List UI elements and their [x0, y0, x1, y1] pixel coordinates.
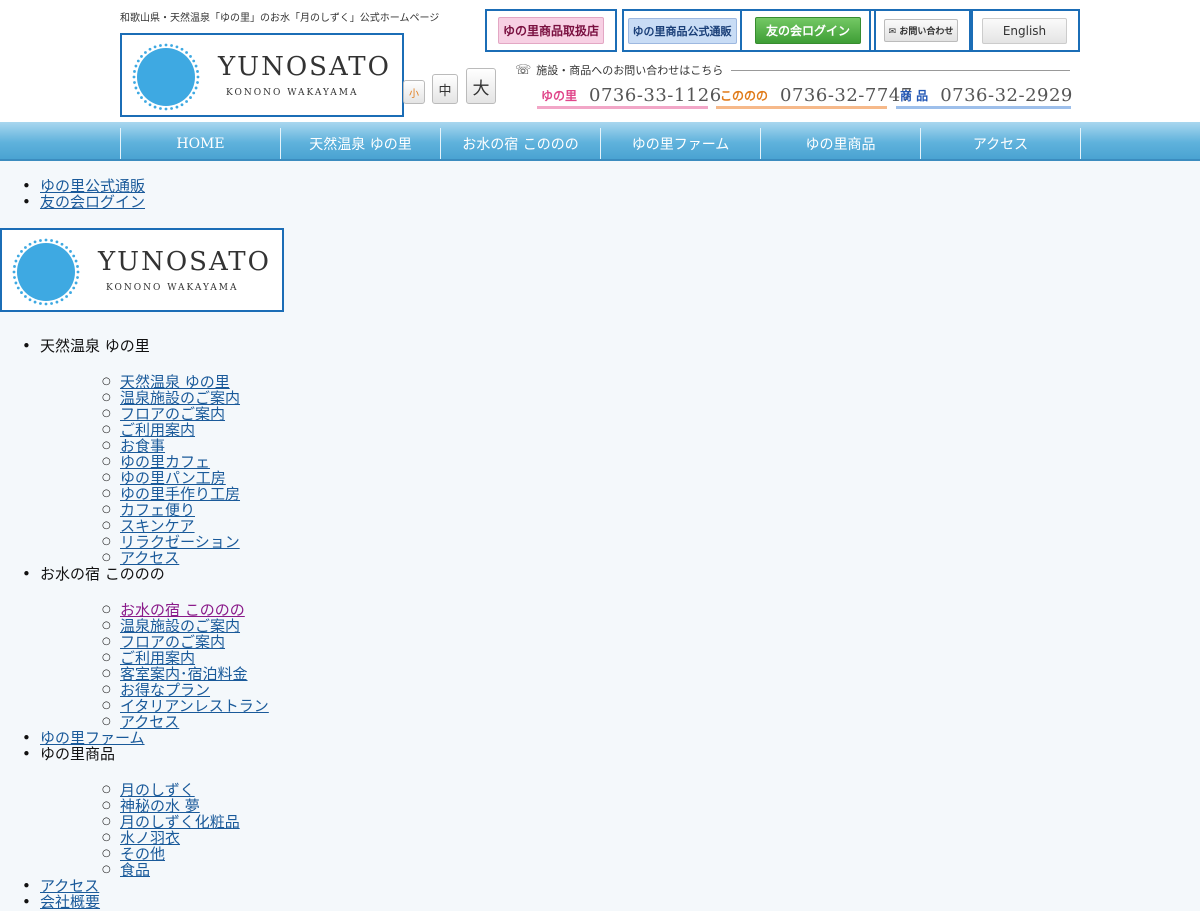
- list-item: お水の宿 こののの: [40, 602, 1200, 618]
- menu-company: 会社概要: [0, 894, 1200, 910]
- official-shop-button[interactable]: ゆの里商品公式通販: [622, 9, 742, 52]
- global-nav: HOME 天然温泉 ゆの里 お水の宿 こののの ゆの里ファーム ゆの里商品 アク…: [0, 122, 1200, 161]
- submenu-inn: お水の宿 こののの 温泉施設のご案内 フロアのご案内 ご利用案内 客室案内･宿泊…: [40, 602, 1200, 730]
- list-item: ご利用案内: [40, 422, 1200, 438]
- list-item: ゆの里公式通販: [0, 178, 1200, 194]
- phone-label: こののの: [720, 88, 769, 103]
- phone-yunosato[interactable]: ゆの里 0736-33-1126: [537, 84, 721, 109]
- menu-access: アクセス: [0, 878, 1200, 894]
- site-logo[interactable]: YUNOSATO KONONO WAKAYAMA: [120, 33, 404, 117]
- english-button[interactable]: English: [969, 9, 1080, 52]
- dealers-button[interactable]: ゆの里商品取扱店: [485, 9, 617, 52]
- sun-logo-icon: [12, 238, 80, 306]
- phone-number: 0736-32-7747: [780, 84, 913, 106]
- main-content: ゆの里公式通販 友の会ログイン YUNOSATO KONONO WAKAYAMA…: [0, 178, 1200, 910]
- nav-onsen[interactable]: 天然温泉 ゆの里: [280, 128, 440, 159]
- list-item: 食品: [40, 862, 1200, 878]
- list-item: アクセス: [40, 714, 1200, 730]
- phone-label: 商 品: [900, 88, 929, 103]
- phone-heading: ☏ 施設・商品へのお問い合わせはこちら: [515, 62, 1070, 78]
- list-item: アクセス: [40, 550, 1200, 566]
- english-button-label: English: [981, 17, 1068, 44]
- list-item: ご利用案内: [40, 650, 1200, 666]
- nav-products[interactable]: ゆの里商品: [760, 128, 920, 159]
- menu-category-label: 天然温泉 ゆの里: [40, 337, 150, 355]
- list-item: 客室案内･宿泊料金: [40, 666, 1200, 682]
- list-item: 水ノ羽衣: [40, 830, 1200, 846]
- nav-inn[interactable]: お水の宿 こののの: [440, 128, 600, 159]
- site-header: 和歌山県・天然温泉「ゆの里」のお水「月のしずく」公式ホームページ YUNOSAT…: [0, 0, 1200, 122]
- list-item: 月のしずく: [40, 782, 1200, 798]
- list-item: スキンケア: [40, 518, 1200, 534]
- list-item: カフェ便り: [40, 502, 1200, 518]
- list-item: 温泉施設のご案内: [40, 618, 1200, 634]
- font-size-large-button[interactable]: 大: [466, 68, 496, 104]
- list-item: その他: [40, 846, 1200, 862]
- list-item: お食事: [40, 438, 1200, 454]
- list-item: リラクゼーション: [40, 534, 1200, 550]
- phone-heading-text: 施設・商品へのお問い合わせはこちら: [536, 64, 724, 77]
- menu-inn: お水の宿 こののの お水の宿 こののの 温泉施設のご案内 フロアのご案内 ご利用…: [0, 566, 1200, 730]
- nav-home[interactable]: HOME: [120, 128, 280, 159]
- font-size-medium-button[interactable]: 中: [432, 74, 458, 104]
- dealers-button-label: ゆの里商品取扱店: [497, 17, 604, 44]
- list-item: フロアのご案内: [40, 406, 1200, 422]
- list-item: 月のしずく化粧品: [40, 814, 1200, 830]
- member-login-button-label: 友の会ログイン: [754, 17, 861, 44]
- member-login-link[interactable]: 友の会ログイン: [40, 193, 145, 211]
- member-login-button[interactable]: 友の会ログイン: [740, 9, 876, 52]
- submenu-onsen: 天然温泉 ゆの里 温泉施設のご案内 フロアのご案内 ご利用案内 お食事 ゆの里カ…: [40, 374, 1200, 566]
- list-item: イタリアンレストラン: [40, 698, 1200, 714]
- logo-subtitle: KONONO WAKAYAMA: [226, 88, 359, 98]
- list-item: お得なプラン: [40, 682, 1200, 698]
- menu-onsen: 天然温泉 ゆの里 天然温泉 ゆの里 温泉施設のご案内 フロアのご案内 ご利用案内…: [0, 338, 1200, 566]
- site-tagline: 和歌山県・天然温泉「ゆの里」のお水「月のしずく」公式ホームページ: [120, 13, 440, 24]
- menu-farm: ゆの里ファーム: [0, 730, 1200, 746]
- list-item: 温泉施設のご案内: [40, 390, 1200, 406]
- list-item: ゆの里カフェ: [40, 454, 1200, 470]
- sun-logo-icon: [132, 43, 200, 111]
- list-item: 友の会ログイン: [0, 194, 1200, 210]
- nav-access[interactable]: アクセス: [920, 128, 1081, 159]
- submenu-products: 月のしずく 神秘の水 夢 月のしずく化粧品 水ノ羽衣 その他 食品: [40, 782, 1200, 878]
- divider: [731, 69, 1070, 71]
- list-item: 天然温泉 ゆの里: [40, 374, 1200, 390]
- phone-label: ゆの里: [541, 88, 578, 103]
- utility-links: ゆの里公式通販 友の会ログイン: [0, 178, 1200, 210]
- list-item: ゆの里手作り工房: [40, 486, 1200, 502]
- contact-button-inner: ✉ お問い合わせ: [883, 19, 959, 42]
- submenu-link[interactable]: 食品: [120, 861, 150, 879]
- nav-farm[interactable]: ゆの里ファーム: [600, 128, 760, 159]
- site-logo-secondary[interactable]: YUNOSATO KONONO WAKAYAMA: [0, 228, 284, 312]
- phone-konono[interactable]: こののの 0736-32-7747: [716, 84, 912, 109]
- official-shop-button-label: ゆの里商品公式通販: [627, 17, 737, 44]
- contact-button[interactable]: ✉ お問い合わせ: [869, 9, 973, 52]
- phone-number: 0736-32-2929: [940, 84, 1073, 106]
- envelope-icon: ✉: [888, 27, 897, 37]
- contact-button-label: お問い合わせ: [899, 27, 954, 37]
- list-item: 神秘の水 夢: [40, 798, 1200, 814]
- logo-wordmark: YUNOSATO: [98, 247, 271, 277]
- site-menu: 天然温泉 ゆの里 天然温泉 ゆの里 温泉施設のご案内 フロアのご案内 ご利用案内…: [0, 338, 1200, 910]
- phone-goods[interactable]: 商 品 0736-32-2929: [896, 84, 1073, 109]
- menu-category-label: ゆの里商品: [40, 745, 116, 763]
- phone-icon: ☏: [515, 62, 532, 78]
- list-item: フロアのご案内: [40, 634, 1200, 650]
- logo-wordmark: YUNOSATO: [218, 52, 391, 82]
- menu-products: ゆの里商品 月のしずく 神秘の水 夢 月のしずく化粧品 水ノ羽衣 その他 食品: [0, 746, 1200, 878]
- phone-number: 0736-33-1126: [589, 84, 722, 106]
- logo-subtitle: KONONO WAKAYAMA: [106, 283, 239, 293]
- font-size-small-button[interactable]: 小: [403, 80, 425, 104]
- menu-category-label: お水の宿 こののの: [40, 565, 165, 583]
- menu-company-link[interactable]: 会社概要: [40, 893, 100, 911]
- list-item: ゆの里パン工房: [40, 470, 1200, 486]
